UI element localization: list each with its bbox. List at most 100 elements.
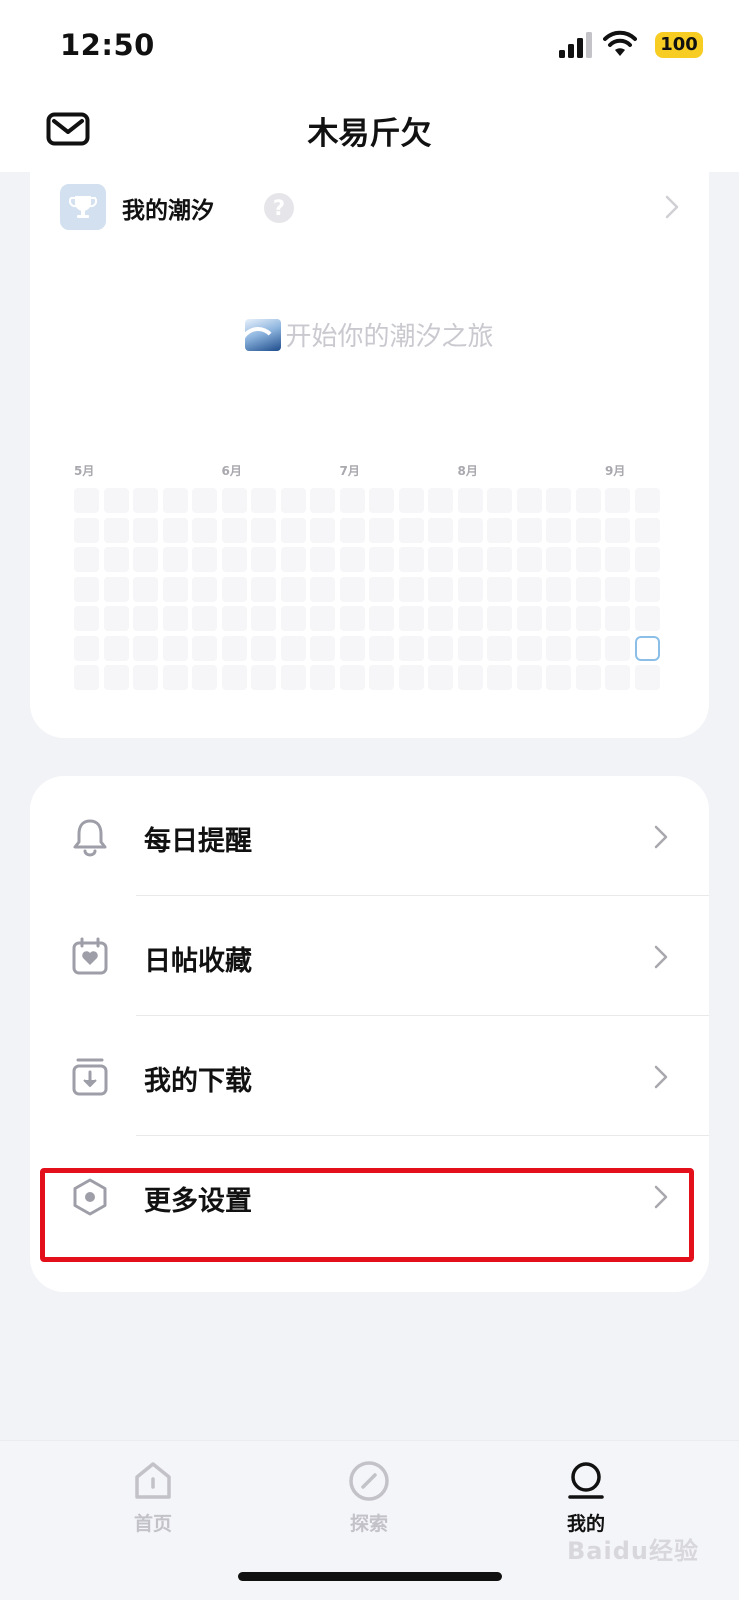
nav-bar: 木易斤欠: [0, 92, 739, 172]
heatmap-cell: [251, 665, 276, 690]
heatmap-cell: [310, 665, 335, 690]
heatmap-cell: [575, 547, 601, 572]
heatmap-cell: [280, 665, 306, 690]
status-icons: 100: [543, 30, 703, 60]
heatmap-cell: [457, 576, 483, 602]
heatmap-cell: [339, 576, 365, 602]
heatmap-cell: [74, 665, 99, 690]
heatmap-cell: [133, 547, 158, 572]
heatmap-cell: [162, 547, 188, 572]
watermark: Baidu经验: [567, 1537, 699, 1565]
heatmap-cell: [428, 606, 453, 631]
heatmap-cell: [575, 517, 601, 543]
heatmap-cell: [605, 576, 630, 602]
heatmap-cell: [457, 635, 483, 661]
heatmap-cell: [280, 635, 306, 661]
heatmap-cell: [634, 665, 660, 690]
heatmap-cell: [221, 665, 247, 690]
heatmap-cell: [575, 576, 601, 602]
menu-item-daily-reminder[interactable]: 每日提醒: [30, 776, 709, 896]
heatmap-cell: [280, 488, 306, 513]
heatmap-cell: [221, 606, 247, 631]
download-icon: [72, 1058, 108, 1096]
heatmap-cell: [133, 488, 158, 513]
heatmap-cell: [103, 488, 129, 513]
menu-label-daily-favorites: 日帖收藏: [144, 946, 252, 977]
chevron-right-icon: [654, 825, 668, 849]
heatmap-cell: [398, 517, 424, 543]
status-time: 12:50: [60, 28, 155, 62]
heatmap-cell: [487, 488, 512, 513]
home-indicator: [238, 1572, 502, 1581]
heatmap-cell: [162, 665, 188, 690]
heatmap-cell: [103, 606, 129, 631]
heatmap-cell: [162, 606, 188, 631]
wifi-icon: [603, 30, 637, 56]
heatmap-cell: [398, 576, 424, 602]
menu-item-daily-favorites[interactable]: 日帖收藏: [30, 896, 709, 1016]
heatmap-cell: [280, 517, 306, 543]
help-icon[interactable]: ?: [264, 193, 294, 223]
menu-label-daily-reminder: 每日提醒: [144, 826, 252, 857]
heatmap-cell: [457, 606, 483, 631]
heatmap-cell: [74, 576, 99, 602]
heatmap-cell: [634, 606, 660, 631]
heatmap-cell: [133, 635, 158, 661]
heatmap-cell: [605, 635, 630, 661]
heatmap-cell: [605, 665, 630, 690]
tab-explore[interactable]: 探索: [294, 1459, 444, 1549]
heatmap-cell: [74, 547, 99, 572]
heatmap-cell: [251, 517, 276, 543]
heatmap-cell-today: [634, 635, 660, 661]
heatmap-cell: [192, 517, 217, 543]
heatmap-cell: [103, 517, 129, 543]
heatmap-cell: [428, 488, 453, 513]
tide-header[interactable]: 我的潮汐 ?: [60, 180, 680, 230]
heatmap-cell: [192, 576, 217, 602]
heatmap-cell: [398, 488, 424, 513]
heatmap-cell: [516, 576, 542, 602]
activity-heatmap: [74, 488, 664, 698]
heatmap-cell: [516, 547, 542, 572]
heatmap-cell: [398, 606, 424, 631]
month-label: 6月: [221, 464, 242, 478]
heatmap-cell: [221, 576, 247, 602]
heatmap-cell: [192, 606, 217, 631]
heatmap-cell: [516, 517, 542, 543]
tab-home[interactable]: 首页: [78, 1459, 228, 1549]
heatmap-cell: [280, 606, 306, 631]
tide-title: 我的潮汐: [122, 198, 214, 224]
heatmap-cell: [516, 606, 542, 631]
heatmap-cell: [398, 665, 424, 690]
heatmap-cell: [221, 517, 247, 543]
tide-card: 我的潮汐 ? 开始你的潮汐之旅 5月 6月 7月 8月 9月: [30, 172, 709, 738]
heatmap-cell: [339, 488, 365, 513]
heatmap-cell: [251, 635, 276, 661]
heatmap-cell: [546, 547, 571, 572]
bell-icon: [73, 819, 107, 857]
heatmap-cell: [487, 635, 512, 661]
heatmap-cell: [103, 547, 129, 572]
heatmap-cell: [310, 576, 335, 602]
heatmap-cell: [339, 606, 365, 631]
heatmap-cell: [74, 606, 99, 631]
menu-item-my-downloads[interactable]: 我的下载: [30, 1016, 709, 1136]
heatmap-cell: [133, 576, 158, 602]
heatmap-cell: [634, 547, 660, 572]
heatmap-cell: [369, 488, 394, 513]
heatmap-cell: [162, 635, 188, 661]
heatmap-cell: [575, 635, 601, 661]
heatmap-cell: [428, 635, 453, 661]
heatmap-cell: [457, 547, 483, 572]
month-label: 8月: [457, 464, 478, 478]
heatmap-cell: [133, 665, 158, 690]
heatmap-cell: [428, 576, 453, 602]
heatmap-cell: [487, 547, 512, 572]
wave-icon: [245, 319, 282, 351]
heatmap-cell: [516, 665, 542, 690]
heatmap-cell: [605, 547, 630, 572]
heatmap-cell: [605, 606, 630, 631]
heatmap-cell: [487, 606, 512, 631]
heatmap-cell: [605, 488, 630, 513]
heatmap-cell: [339, 517, 365, 543]
